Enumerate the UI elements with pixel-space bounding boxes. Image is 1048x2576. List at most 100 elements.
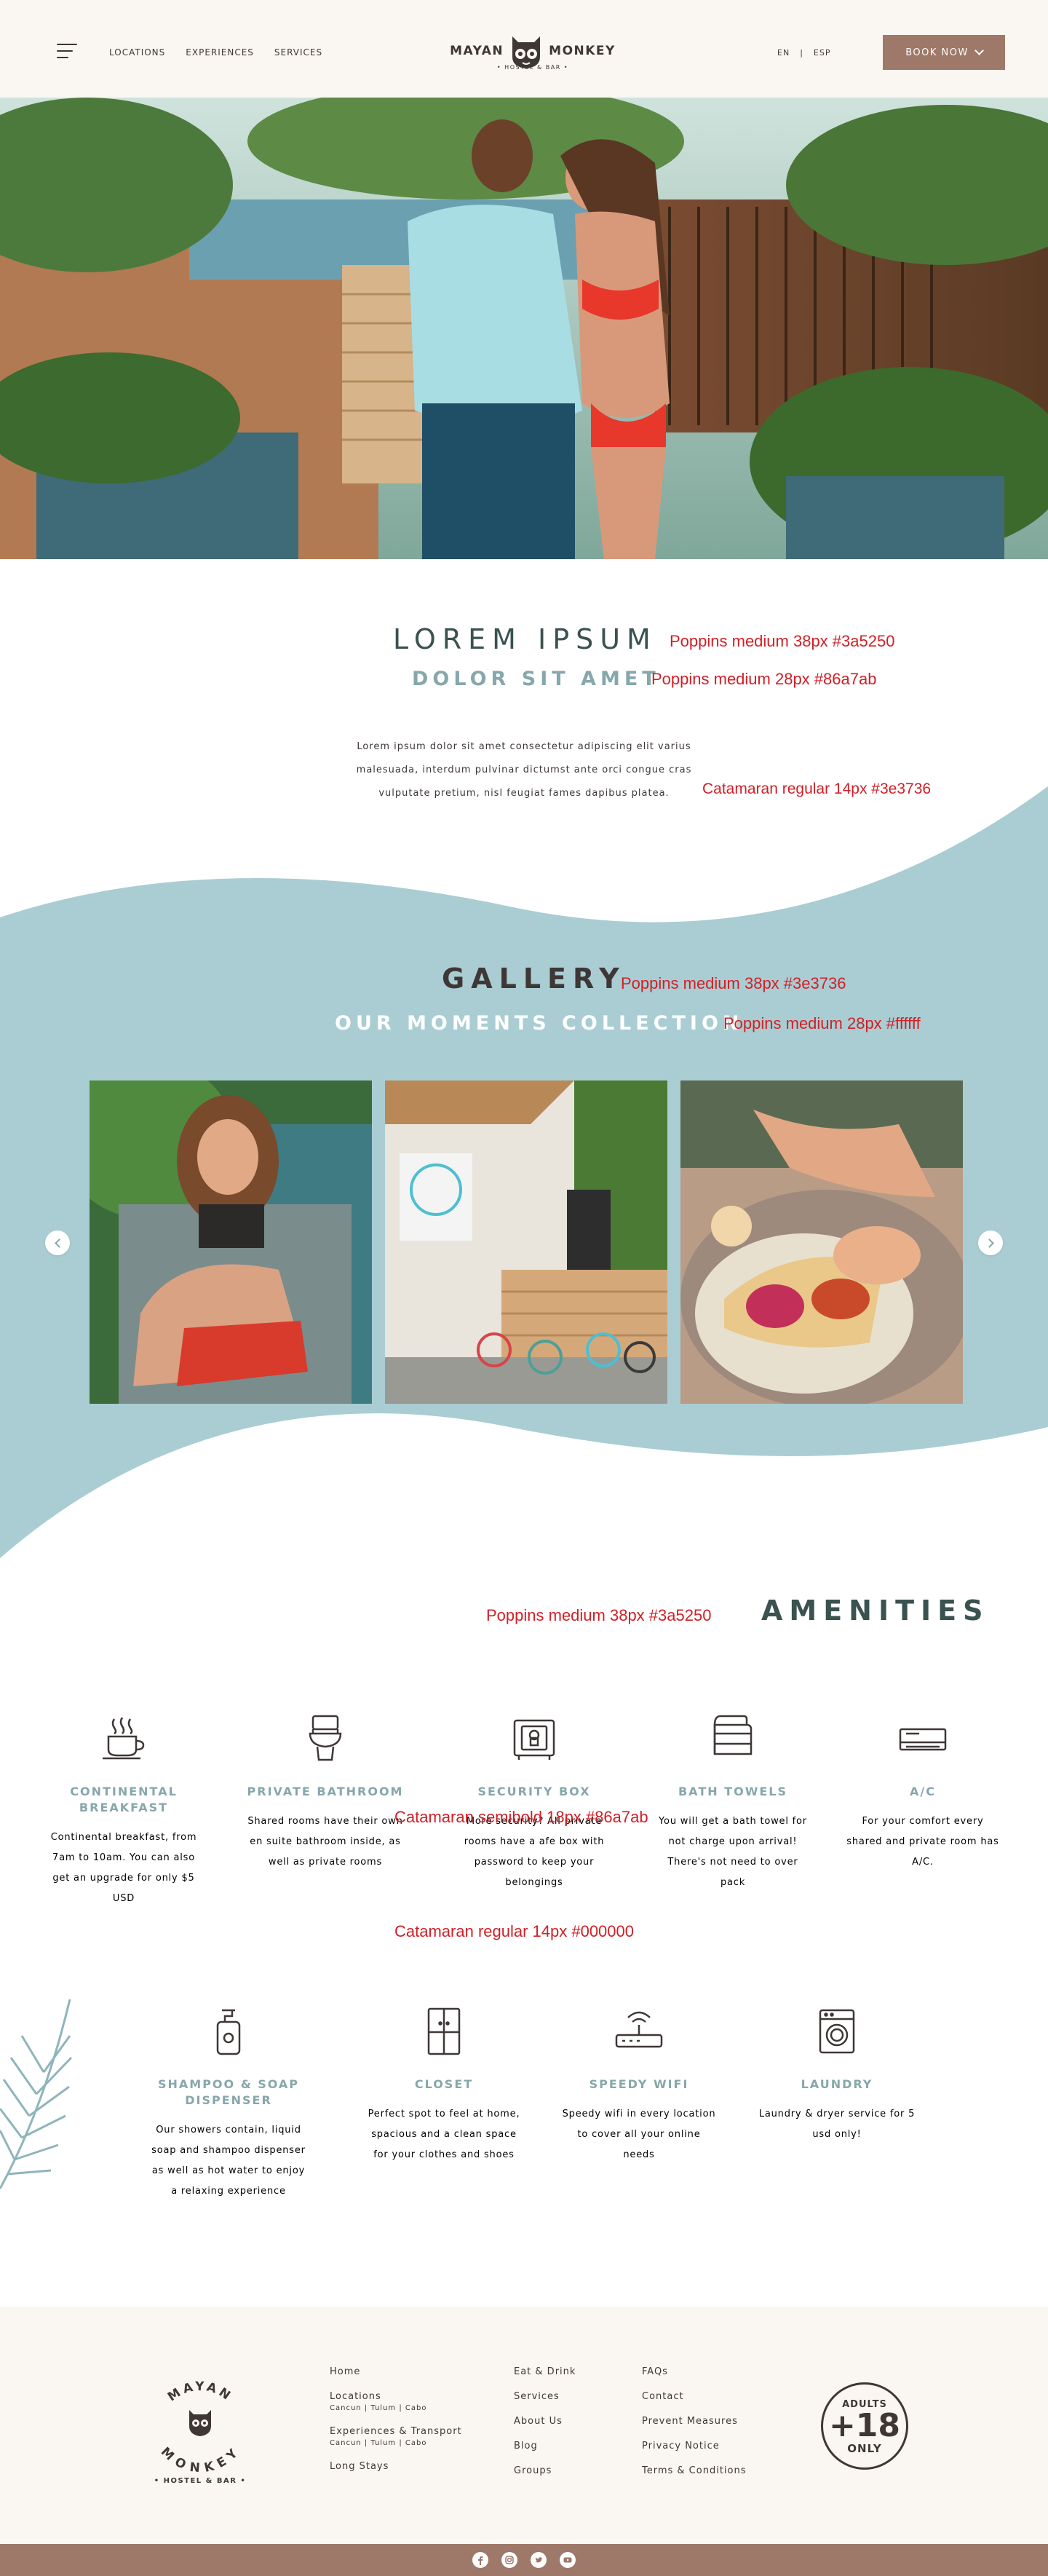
chevron-left-icon bbox=[54, 1238, 64, 1248]
footer-link-services[interactable]: Services bbox=[514, 2391, 576, 2403]
intro-body-line: malesuada, interdum pulvinar dictumst an… bbox=[356, 764, 692, 775]
nav-locations[interactable]: LOCATIONS bbox=[109, 47, 165, 58]
adults-only-badge: ADULTS +18 ONLY bbox=[821, 2382, 908, 2470]
footer-link-label: Experiences & Transport bbox=[330, 2426, 462, 2437]
social-bar bbox=[0, 2544, 1048, 2576]
gallery-title: GALLERY bbox=[442, 963, 626, 995]
amenity-desc: Shared rooms have their own en suite bat… bbox=[247, 1816, 403, 1868]
closet-icon bbox=[357, 2002, 531, 2061]
amenity-desc-note: Catamaran regular 14px #000000 bbox=[394, 1922, 635, 1940]
nav-services[interactable]: SERVICES bbox=[274, 47, 322, 58]
brand-logo[interactable]: MAYAN MONKEY • HOSTEL & BAR • bbox=[445, 31, 620, 71]
amenity-private-bathroom: PRIVATE BATHROOM Shared rooms have their… bbox=[238, 1710, 413, 1873]
amenity-title: CLOSET bbox=[414, 2077, 474, 2091]
book-now-button[interactable]: BOOK NOW bbox=[883, 35, 1005, 70]
footer-link-prevent-measures[interactable]: Prevent Measures bbox=[642, 2416, 747, 2427]
amenity-label-note: Catamaran semibold 18px #86a7ab bbox=[394, 1808, 648, 1826]
footer-logo-top: MAYAN bbox=[165, 2379, 232, 2405]
amenity-desc: You will get a bath towel for not charge… bbox=[659, 1816, 807, 1888]
gallery-photo-2[interactable] bbox=[385, 1080, 667, 1404]
intro-subtitle: DOLOR SIT AMET bbox=[412, 668, 660, 690]
footer-column-1: Home Locations Cancun | Tulum | Cabo Expe… bbox=[330, 2366, 462, 2486]
amenity-desc: Speedy wifi in every location to cover a… bbox=[562, 2109, 716, 2160]
youtube-icon[interactable] bbox=[560, 2552, 576, 2568]
footer-link-faqs[interactable]: FAQs bbox=[642, 2366, 747, 2378]
footer-link-home[interactable]: Home bbox=[330, 2366, 462, 2378]
footer-link-label: Locations bbox=[330, 2391, 381, 2402]
menu-icon[interactable] bbox=[57, 44, 77, 58]
amenity-desc: Our showers contain, liquid soap and sha… bbox=[151, 2125, 306, 2197]
amenity-desc: Laundry & dryer service for 5 usd only! bbox=[758, 2109, 916, 2140]
footer-link-label: Long Stays bbox=[330, 2461, 389, 2472]
amenity-shampoo-dispenser: SHAMPOO & SOAP DISPENSER Our showers con… bbox=[141, 2002, 316, 2202]
svg-text:MAYAN: MAYAN bbox=[165, 2379, 235, 2405]
amenity-title: CONTINENTAL BREAKFAST bbox=[70, 1785, 178, 1814]
amenity-title: SECURITY BOX bbox=[477, 1785, 591, 1798]
palm-leaf-decoration bbox=[0, 1999, 73, 2189]
amenities-title-note: Poppins medium 38px #3a5250 bbox=[486, 1606, 712, 1624]
footer-link-sub: Cancun | Tulum | Cabo bbox=[330, 2404, 427, 2412]
gallery-prev-button[interactable] bbox=[45, 1230, 70, 1255]
soap-dispenser-icon bbox=[141, 2002, 316, 2061]
instagram-icon[interactable] bbox=[501, 2552, 517, 2568]
footer-logo[interactable]: MAYAN MONKEY • HOSTEL & BAR • bbox=[146, 2365, 255, 2489]
footer-link-eat-drink[interactable]: Eat & Drink bbox=[514, 2366, 576, 2378]
amenity-desc: Perfect spot to feel at home, spacious a… bbox=[368, 2109, 520, 2160]
gallery-photo-3[interactable] bbox=[680, 1080, 963, 1404]
amenity-title: PRIVATE BATHROOM bbox=[247, 1785, 404, 1798]
footer-link-long-stays[interactable]: Long Stays bbox=[330, 2461, 462, 2473]
facebook-icon[interactable] bbox=[472, 2552, 488, 2568]
nav-experiences[interactable]: EXPERIENCES bbox=[186, 47, 254, 58]
towels-icon bbox=[646, 1710, 820, 1768]
language-switch: EN | ESP bbox=[777, 48, 830, 58]
chevron-right-icon bbox=[984, 1238, 994, 1248]
adult-badge-age: +18 bbox=[828, 2407, 901, 2444]
lang-esp[interactable]: ESP bbox=[814, 48, 831, 58]
logo-word-left: MAYAN bbox=[450, 44, 504, 58]
intro-subtitle-note: Poppins medium 28px #86a7ab bbox=[651, 670, 877, 688]
footer-link-locations[interactable]: Locations Cancun | Tulum | Cabo bbox=[330, 2391, 462, 2413]
footer-link-about[interactable]: About Us bbox=[514, 2416, 576, 2427]
footer-logo-sub: • HOSTEL & BAR • bbox=[154, 2477, 247, 2485]
coffee-cup-icon bbox=[36, 1710, 211, 1768]
footer-link-groups[interactable]: Groups bbox=[514, 2465, 576, 2477]
amenity-title: LAUNDRY bbox=[801, 2077, 873, 2091]
amenity-speedy-wifi: SPEEDY WIFI Speedy wifi in every locatio… bbox=[552, 2002, 726, 2165]
site-header: LOCATIONS EXPERIENCES SERVICES MAYAN MON… bbox=[0, 0, 1048, 98]
footer-column-3: FAQs Contact Prevent Measures Privacy No… bbox=[642, 2366, 747, 2490]
footer-link-terms[interactable]: Terms & Conditions bbox=[642, 2465, 747, 2477]
book-now-label: BOOK NOW bbox=[905, 47, 969, 58]
amenity-ac: A/C For your comfort every shared and pr… bbox=[835, 1710, 1010, 1873]
gallery-subtitle: OUR MOMENTS COLLECTION bbox=[335, 1012, 744, 1035]
amenity-continental-breakfast: CONTINENTAL BREAKFAST Continental breakf… bbox=[36, 1710, 211, 1909]
footer-link-sub: Cancun | Tulum | Cabo bbox=[330, 2439, 427, 2447]
gallery-subtitle-note: Poppins medium 28px #ffffff bbox=[723, 1014, 921, 1032]
chevron-down-icon bbox=[974, 46, 984, 55]
amenity-title: BATH TOWELS bbox=[678, 1785, 788, 1798]
footer-link-label: Home bbox=[330, 2366, 361, 2377]
footer-link-privacy[interactable]: Privacy Notice bbox=[642, 2441, 747, 2452]
page: LOCATIONS EXPERIENCES SERVICES MAYAN MON… bbox=[0, 0, 1048, 2576]
footer-logo-bottom: MONKEY bbox=[158, 2444, 239, 2476]
amenity-laundry: LAUNDRY Laundry & dryer service for 5 us… bbox=[750, 2002, 924, 2145]
svg-text:MONKEY: MONKEY bbox=[158, 2444, 242, 2476]
gallery-photo-1[interactable] bbox=[90, 1080, 372, 1404]
washing-machine-icon bbox=[750, 2002, 924, 2061]
footer-link-contact[interactable]: Contact bbox=[642, 2391, 747, 2403]
safe-box-icon bbox=[447, 1710, 622, 1768]
lang-en[interactable]: EN bbox=[777, 48, 790, 58]
amenity-title: A/C bbox=[910, 1785, 936, 1798]
amenity-desc: Continental breakfast, from 7am to 10am.… bbox=[50, 1832, 197, 1904]
amenity-security-box: SECURITY BOX More security? All private … bbox=[447, 1710, 622, 1893]
amenity-title: SPEEDY WIFI bbox=[589, 2077, 689, 2091]
main-nav: LOCATIONS EXPERIENCES SERVICES bbox=[109, 47, 322, 58]
footer-link-blog[interactable]: Blog bbox=[514, 2441, 576, 2452]
gallery-next-button[interactable] bbox=[978, 1230, 1003, 1255]
twitter-icon[interactable] bbox=[531, 2552, 547, 2568]
gallery-title-note: Poppins medium 38px #3e3736 bbox=[621, 974, 846, 992]
logo-word-right: MONKEY bbox=[549, 44, 616, 58]
footer-link-experiences[interactable]: Experiences & Transport Cancun | Tulum | … bbox=[330, 2426, 462, 2448]
amenities-title: AMENITIES bbox=[761, 1595, 990, 1627]
hero-image bbox=[0, 98, 1048, 559]
wifi-router-icon bbox=[552, 2002, 726, 2061]
